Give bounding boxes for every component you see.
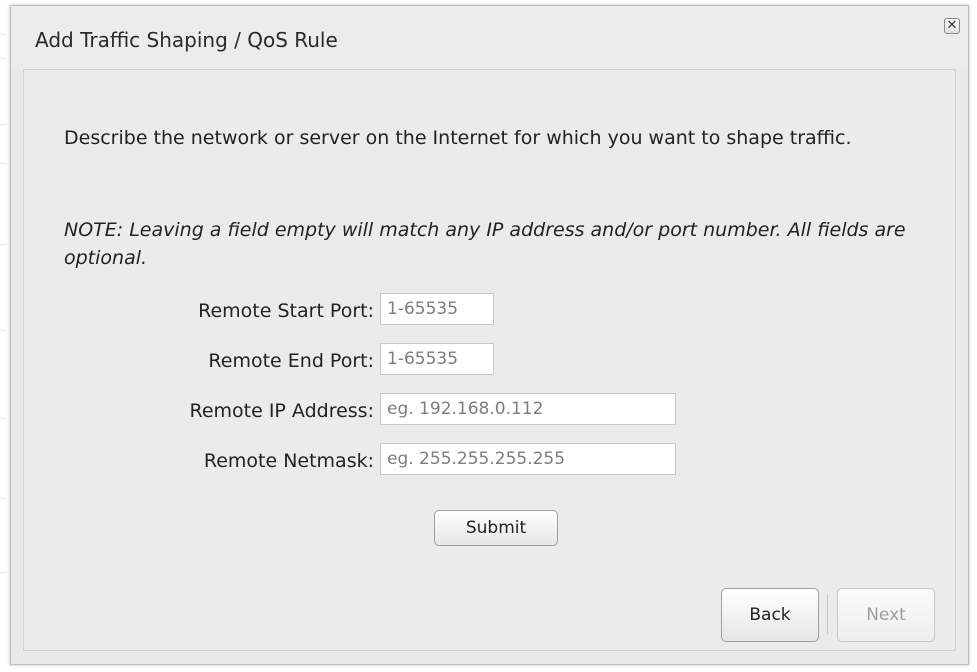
remote-start-port-input[interactable]	[380, 293, 494, 325]
remote-end-port-input[interactable]	[380, 343, 494, 375]
dialog-content: Describe the network or server on the In…	[23, 69, 956, 651]
submit-button[interactable]: Submit	[434, 510, 558, 546]
back-button[interactable]: Back	[721, 588, 819, 642]
description-text: Describe the network or server on the In…	[64, 127, 852, 149]
remote-netmask-input[interactable]	[380, 443, 676, 475]
remote-ip-address-label: Remote IP Address:	[189, 400, 374, 422]
dialog-title: Add Traffic Shaping / QoS Rule	[35, 28, 338, 52]
close-icon: ✕	[946, 18, 958, 33]
form-row-remote-netmask: Remote Netmask:	[24, 442, 957, 476]
remote-end-port-label: Remote End Port:	[208, 350, 374, 372]
form-row-remote-start-port: Remote Start Port:	[24, 292, 957, 326]
remote-start-port-label: Remote Start Port:	[198, 300, 374, 322]
footer-button-separator	[827, 594, 828, 634]
form-row-remote-ip-address: Remote IP Address:	[24, 392, 957, 426]
close-button[interactable]: ✕	[944, 18, 960, 34]
dialog-titlebar: Add Traffic Shaping / QoS Rule ✕	[11, 6, 968, 69]
form-row-remote-end-port: Remote End Port:	[24, 342, 957, 376]
remote-ip-address-input[interactable]	[380, 393, 676, 425]
remote-netmask-label: Remote Netmask:	[203, 450, 374, 472]
note-text: NOTE: Leaving a field empty will match a…	[64, 219, 906, 269]
background-page-edge	[0, 0, 10, 672]
next-button[interactable]: Next	[837, 588, 935, 642]
qos-rule-dialog: Add Traffic Shaping / QoS Rule ✕ Describ…	[10, 5, 969, 665]
